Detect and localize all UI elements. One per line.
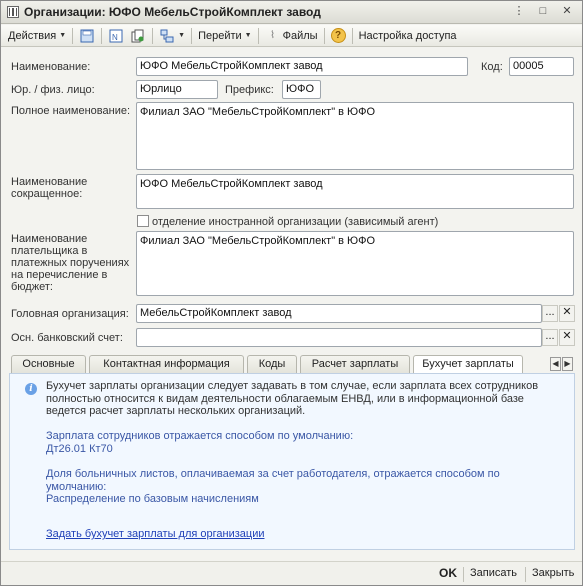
payroll-accounting-panel: i Бухучет зарплаты организации следует з… (9, 373, 575, 550)
caret-down-icon: ▼ (59, 32, 67, 39)
bank-account-select-button[interactable]: ... (542, 329, 558, 346)
goto-label: Перейти (198, 29, 242, 42)
app-icon (7, 6, 19, 18)
tab-payroll-calc[interactable]: Расчет зарплаты (300, 355, 410, 374)
full-name-textarea[interactable]: Филиал ЗАО "МебельСтройКомплект" в ЮФО (136, 102, 574, 170)
toolbar-separator (152, 27, 154, 44)
tab-scroll-left-icon[interactable]: ◀ (550, 357, 561, 371)
name-field[interactable]: ЮФО МебельСтройКомплект завод (136, 57, 468, 76)
files-button[interactable]: ⌇ Файлы (262, 26, 321, 46)
short-name-label: Наименование сокращенное: (11, 176, 88, 200)
structure-icon (159, 28, 175, 44)
footer-bar: OK Записать Закрыть (1, 561, 582, 585)
default-method-value: Дт26.01 Кт70 (46, 443, 113, 455)
save-close-button[interactable] (76, 26, 98, 46)
prefix-label: Префикс: (225, 84, 274, 96)
bank-account-clear-button[interactable]: ✕ (559, 329, 575, 346)
caret-down-icon: ▼ (244, 32, 252, 39)
bank-account-field[interactable] (136, 328, 542, 347)
full-name-label: Полное наименование: (11, 105, 131, 117)
register-icon: N (108, 28, 124, 44)
info-icon: i (25, 383, 37, 395)
intro-text: Бухучет зарплаты организации следует зад… (46, 380, 539, 417)
sick-leave-method-label: Доля больничных листов, оплачиваемая за … (46, 468, 500, 493)
actions-menu-button[interactable]: Действия ▼ (5, 26, 69, 46)
payer-name-textarea[interactable]: Филиал ЗАО "МебельСтройКомплект" в ЮФО (136, 231, 574, 296)
tab-contact-info[interactable]: Контактная информация (89, 355, 244, 374)
files-label: Файлы (282, 29, 318, 42)
head-org-label: Головная организация: (11, 308, 129, 320)
copy-icon (130, 28, 146, 44)
prefix-field[interactable]: ЮФО (282, 80, 321, 99)
goto-menu-button[interactable]: Перейти ▼ (195, 26, 255, 46)
name-label: Наименование: (11, 61, 91, 73)
entity-type-label: Юр. / физ. лицо: (11, 84, 95, 96)
register-button[interactable]: N (105, 26, 127, 46)
footer-separator (463, 567, 464, 582)
head-org-select-button[interactable]: ... (542, 305, 558, 322)
code-label: Код: (481, 61, 503, 73)
toolbar-separator (101, 27, 103, 44)
window-title: Организации: ЮФО МебельСтройКомплект зав… (24, 5, 321, 19)
help-icon: ? (330, 28, 346, 43)
ok-button[interactable]: OK (439, 566, 457, 580)
tab-codes[interactable]: Коды (247, 355, 297, 374)
set-payroll-accounting-link[interactable]: Задать бухучет зарплаты для организации (46, 528, 265, 540)
window-menu-button[interactable]: ⋮ (512, 4, 526, 18)
toolbar-separator (257, 27, 259, 44)
tab-payroll-accounting[interactable]: Бухучет зарплаты (413, 355, 523, 375)
close-window-button[interactable]: ✕ (560, 4, 574, 18)
short-name-textarea[interactable]: ЮФО МебельСтройКомплект завод (136, 174, 574, 209)
default-method-label: Зарплата сотрудников отражается способом… (46, 430, 354, 442)
sick-leave-method-value: Распределение по базовым начислениям (46, 493, 259, 505)
payer-name-label: Наименование плательщика в платежных пор… (11, 233, 130, 293)
paperclip-icon: ⌇ (270, 30, 276, 41)
close-button[interactable]: Закрыть (532, 567, 574, 579)
save-close-icon (79, 28, 95, 44)
toolbar-separator (323, 27, 325, 44)
tab-main[interactable]: Основные (11, 355, 86, 374)
bank-account-label: Осн. банковский счет: (11, 332, 123, 344)
footer-separator (525, 567, 526, 582)
title-bar: Организации: ЮФО МебельСтройКомплект зав… (1, 1, 582, 24)
help-button[interactable]: ? (328, 26, 349, 46)
maximize-button[interactable]: □ (536, 4, 550, 18)
tab-bar: Основные Контактная информация Коды Расч… (9, 355, 575, 375)
foreign-branch-checkbox[interactable] (137, 215, 149, 227)
actions-label: Действия (8, 29, 57, 42)
code-field[interactable]: 00005 (509, 57, 574, 76)
toolbar-separator (191, 27, 193, 44)
organization-window: Организации: ЮФО МебельСтройКомплект зав… (0, 0, 583, 586)
save-button[interactable]: Записать (470, 567, 517, 579)
tab-scroll-right-icon[interactable]: ▶ (562, 357, 573, 371)
access-settings-button[interactable]: Настройка доступа (356, 26, 460, 46)
head-org-field[interactable]: МебельСтройКомплект завод (136, 304, 542, 323)
toolbar-separator (72, 27, 74, 44)
svg-text:N: N (112, 33, 118, 42)
structure-menu-button[interactable]: ▼ (156, 26, 188, 46)
foreign-branch-label: отделение иностранной организации (завис… (152, 216, 439, 228)
entity-type-select[interactable]: Юрлицо (136, 80, 218, 99)
caret-down-icon: ▼ (178, 32, 186, 39)
toolbar-separator (351, 27, 353, 44)
copy-button[interactable] (127, 26, 149, 46)
head-org-clear-button[interactable]: ✕ (559, 305, 575, 322)
toolbar: Действия ▼ N ▼ Перейти ▼ ⌇ Файлы ? Настр… (1, 25, 582, 47)
